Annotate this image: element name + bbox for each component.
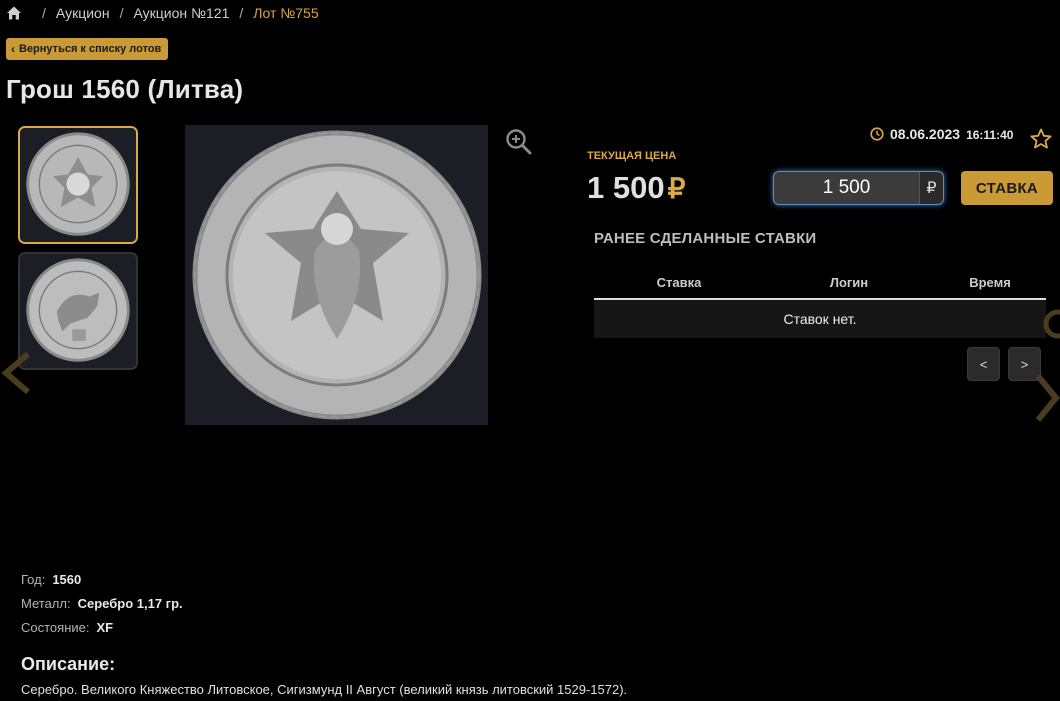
currency-symbol: ₽ <box>667 173 686 204</box>
home-icon[interactable] <box>6 5 22 21</box>
bid-input-group: ₽ <box>773 171 944 205</box>
star-icon[interactable] <box>1029 127 1053 151</box>
coin-main-image[interactable] <box>185 125 488 425</box>
bid-currency-addon: ₽ <box>919 172 943 204</box>
coin-obverse-thumbnail-image <box>20 128 136 242</box>
chevron-left-icon: ‹ <box>11 42 15 56</box>
current-price-label: ТЕКУЩАЯ ЦЕНА <box>587 150 677 162</box>
auction-end-datetime: 08.06.2023 16:11:40 <box>870 126 1013 142</box>
auction-date: 08.06.2023 <box>890 126 961 142</box>
lot-specs: Год: 1560 Металл: Серебро 1,17 гр. Состо… <box>21 567 183 639</box>
breadcrumb-auction-number-link[interactable]: Аукцион №121 <box>133 5 229 21</box>
previous-bids-title: РАНЕЕ СДЕЛАННЫЕ СТАВКИ <box>594 230 817 247</box>
description-title: Описание: <box>21 654 116 674</box>
thumbnail-obverse[interactable] <box>18 126 138 244</box>
bid-amount-input[interactable] <box>774 172 919 204</box>
column-header-time: Время <box>969 274 1011 290</box>
coin-main-image-graphic <box>185 125 488 425</box>
table-header: Ставка Логин Время <box>594 266 1046 300</box>
breadcrumb-auction-link[interactable]: Аукцион <box>56 5 110 21</box>
coin-reverse-thumbnail-image <box>20 254 136 368</box>
column-header-bid: Ставка <box>656 274 702 290</box>
spec-value: XF <box>96 619 114 635</box>
thumbnail-reverse[interactable] <box>18 252 138 370</box>
spec-value: Серебро 1,17 гр. <box>77 595 183 611</box>
breadcrumb-separator: / <box>42 5 46 21</box>
spec-key: Год: <box>21 571 46 587</box>
clock-icon <box>870 127 884 141</box>
spec-row-metal: Металл: Серебро 1,17 гр. <box>21 591 183 615</box>
spec-row-year: Год: 1560 <box>21 567 183 591</box>
column-header-login: Логин <box>829 274 869 290</box>
breadcrumb-separator: / <box>239 5 244 21</box>
gallery-next-arrow[interactable] <box>1034 372 1060 424</box>
current-price-value: 1 500 <box>587 170 665 205</box>
description-text: Серебро. Великого Княжество Литовское, С… <box>21 682 628 697</box>
bids-empty-message: Ставок нет. <box>594 300 1046 338</box>
bids-prev-page-button[interactable]: < <box>967 347 1000 381</box>
spec-value: 1560 <box>52 571 82 587</box>
breadcrumb-current-lot: Лот №755 <box>253 5 319 21</box>
auction-time: 16:11:40 <box>966 128 1014 142</box>
spec-row-condition: Состояние: XF <box>21 615 183 639</box>
spec-key: Металл: <box>21 595 71 611</box>
gallery-ring-decoration <box>1043 309 1060 339</box>
breadcrumb-separator: / <box>119 5 124 21</box>
current-price: 1 500 ₽ <box>587 170 685 206</box>
lot-title: Грош 1560 (Литва) <box>6 74 244 104</box>
gallery-prev-arrow[interactable] <box>0 350 34 396</box>
spec-key: Состояние: <box>21 619 90 635</box>
place-bid-button[interactable]: СТАВКА <box>961 171 1053 205</box>
previous-bids-table: Ставка Логин Время Ставок нет. <box>594 266 1046 338</box>
back-to-lots-button[interactable]: ‹ Вернуться к списку лотов <box>6 38 169 60</box>
zoom-in-icon[interactable] <box>505 128 533 156</box>
back-to-lots-label: Вернуться к списку лотов <box>19 43 162 55</box>
breadcrumb: / Аукцион / Аукцион №121 / Лот №755 <box>6 5 319 21</box>
